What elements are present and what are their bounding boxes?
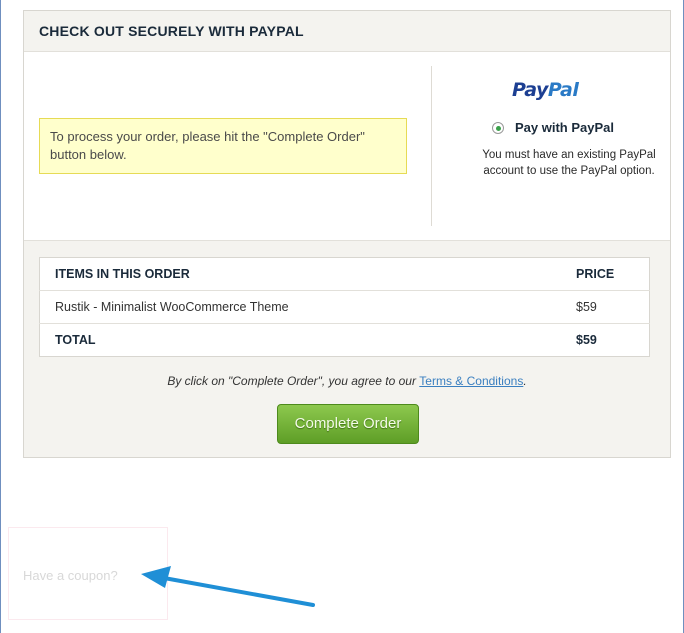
paypal-option-label[interactable]: Pay with PayPal bbox=[515, 120, 614, 135]
payment-section: To process your order, please hit the "C… bbox=[24, 52, 670, 241]
paypal-logo-pay: Pay bbox=[512, 79, 548, 101]
order-notice: To process your order, please hit the "C… bbox=[39, 118, 407, 174]
item-name: Rustik - Minimalist WooCommerce Theme bbox=[39, 290, 561, 324]
paypal-radio[interactable] bbox=[492, 122, 504, 134]
paypal-logo: PayPal bbox=[512, 79, 579, 101]
complete-order-button[interactable]: Complete Order bbox=[277, 404, 419, 444]
paypal-description: You must have an existing PayPal account… bbox=[482, 149, 656, 177]
window-border-left bbox=[0, 0, 1, 633]
order-table: ITEMS IN THIS ORDER PRICE Rustik - Minim… bbox=[39, 257, 650, 357]
table-row: Rustik - Minimalist WooCommerce Theme $5… bbox=[39, 290, 650, 324]
agreement-text: By click on "Complete Order", you agree … bbox=[167, 374, 420, 388]
coupon-link[interactable]: Have a coupon? bbox=[23, 568, 118, 583]
agreement-suffix: . bbox=[523, 374, 527, 388]
total-row: TOTAL $59 bbox=[40, 324, 650, 357]
paypal-logo-pal: Pal bbox=[547, 79, 579, 101]
radio-selected-dot bbox=[496, 126, 501, 131]
price-column-header: PRICE bbox=[561, 257, 650, 291]
vertical-divider bbox=[431, 66, 432, 226]
checkout-title: CHECK OUT SECURELY WITH PAYPAL bbox=[39, 23, 304, 39]
checkout-panel: CHECK OUT SECURELY WITH PAYPAL To proces… bbox=[23, 10, 671, 458]
total-label: TOTAL bbox=[55, 333, 96, 347]
item-price: $59 bbox=[561, 290, 650, 324]
terms-link[interactable]: Terms & Conditions bbox=[419, 374, 523, 388]
items-column-header: ITEMS IN THIS ORDER bbox=[39, 257, 561, 291]
table-header-row: ITEMS IN THIS ORDER PRICE bbox=[39, 257, 650, 291]
total-value: $59 bbox=[576, 333, 597, 347]
terms-agreement: By click on "Complete Order", you agree … bbox=[24, 374, 670, 388]
annotation-arrow-icon bbox=[141, 566, 315, 607]
checkout-header: CHECK OUT SECURELY WITH PAYPAL bbox=[24, 11, 670, 52]
